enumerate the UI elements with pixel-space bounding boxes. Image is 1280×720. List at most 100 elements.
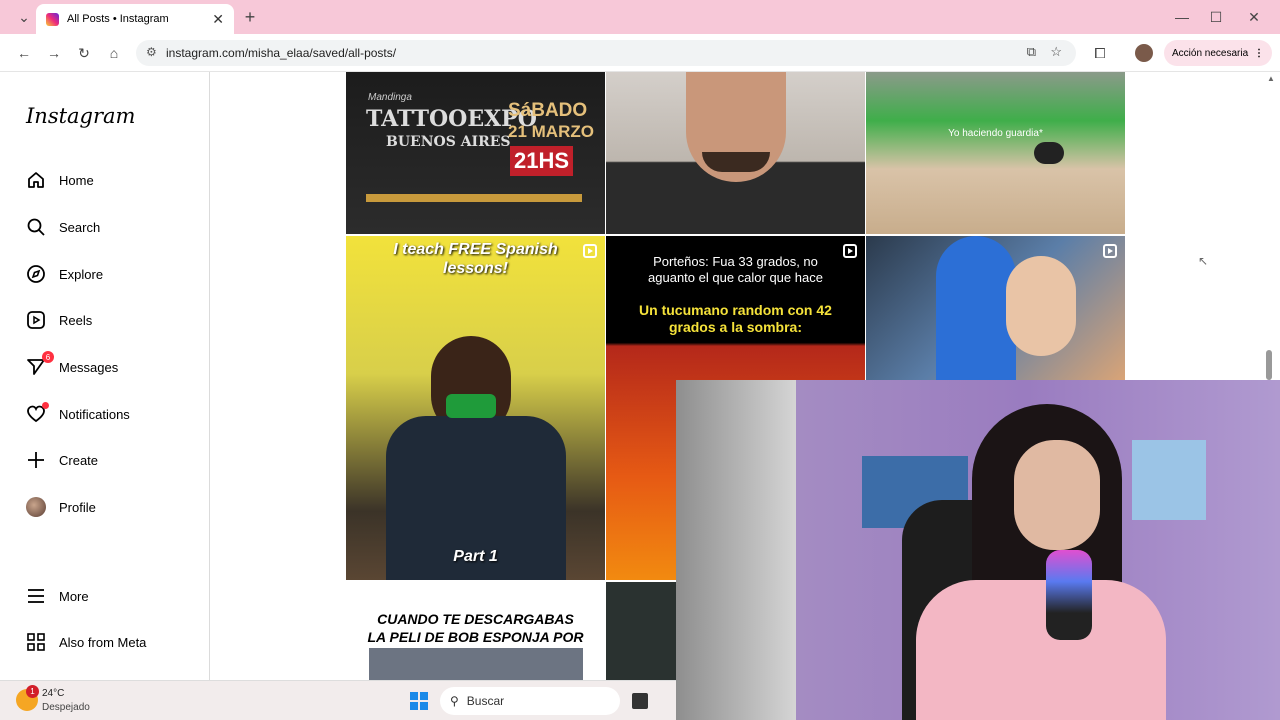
- site-settings-icon[interactable]: ⚙: [146, 45, 157, 59]
- post-caption: I teach FREE Spanish lessons!: [393, 241, 558, 277]
- window-close-icon[interactable]: ✕: [1244, 7, 1264, 27]
- post-caption: Porteños: Fua 33 grados, no aguanto el q…: [648, 254, 823, 285]
- messenger-icon: 6: [26, 351, 54, 377]
- tab-title: All Posts • Instagram: [67, 13, 169, 25]
- extensions-icon[interactable]: ⧠: [1090, 43, 1110, 63]
- webcam-shirt-shape: [916, 580, 1166, 720]
- profile-avatar-icon[interactable]: [1135, 44, 1153, 62]
- saved-post-spanish-lessons[interactable]: I teach FREE Spanish lessons! Part 1: [346, 236, 605, 580]
- forward-icon[interactable]: →: [44, 43, 64, 63]
- webcam-poster-right: [1132, 440, 1206, 520]
- post-subtitle: BUENOS AIRES: [386, 134, 511, 150]
- scroll-up-icon[interactable]: ▲: [1267, 74, 1275, 83]
- minimize-icon[interactable]: —: [1172, 7, 1192, 27]
- sidebar-item-label: Create: [59, 452, 99, 468]
- sidebar-item-messages[interactable]: 6 Messages: [26, 351, 119, 379]
- instagram-logo[interactable]: Instagram: [26, 104, 135, 128]
- reel-icon: [583, 244, 597, 258]
- back-icon[interactable]: ←: [14, 43, 34, 63]
- search-icon: [26, 217, 46, 237]
- taskbar-search-box[interactable]: ⚲ Buscar: [440, 687, 620, 715]
- saved-post-tattoo-expo[interactable]: Mandinga TATTOOEXPO BUENOS AIRES SáBADO …: [346, 72, 605, 234]
- new-tab-button[interactable]: +: [240, 7, 260, 27]
- reel-icon: [1103, 244, 1117, 258]
- browser-tab-bar: ⌄ All Posts • Instagram ✕ + — ☐ ✕: [0, 0, 1280, 34]
- weather-desc: Despejado: [42, 702, 90, 713]
- windows-start-icon[interactable]: [409, 691, 429, 711]
- sidebar-item-label: Home: [59, 172, 94, 188]
- post-hood-shape: [936, 236, 1016, 380]
- post-time: 21HS: [510, 146, 574, 176]
- sidebar-item-label: Also from Meta: [59, 634, 147, 650]
- home-icon: [26, 170, 46, 190]
- maximize-icon[interactable]: ☐: [1206, 7, 1226, 27]
- url-text: instagram.com/misha_elaa/saved/all-posts…: [166, 46, 397, 60]
- weather-badge: 1: [26, 685, 39, 698]
- tab-list-chevron-icon[interactable]: ⌄: [14, 7, 34, 27]
- page-scrollbar[interactable]: ▲: [1264, 72, 1280, 380]
- sidebar-item-home[interactable]: Home: [26, 168, 94, 192]
- mouse-cursor-icon: ↖: [1198, 254, 1209, 268]
- sidebar-item-label: Messages: [59, 359, 119, 375]
- sidebar-item-label: Profile: [59, 499, 96, 515]
- sidebar-item-explore[interactable]: Explore: [26, 262, 103, 286]
- weather-temp[interactable]: 24°C: [42, 688, 64, 699]
- messages-badge: 6: [42, 351, 54, 363]
- browser-tab[interactable]: All Posts • Instagram ✕: [36, 4, 234, 34]
- sidebar-item-reels[interactable]: Reels: [26, 308, 92, 332]
- hamburger-icon: [26, 586, 46, 606]
- sidebar-item-label: Notifications: [59, 406, 130, 422]
- post-caption: Yo haciendo guardia*: [948, 128, 1043, 139]
- tab-close-icon[interactable]: ✕: [212, 11, 224, 28]
- post-footer-caption: Part 1: [453, 548, 498, 565]
- install-app-icon[interactable]: ⧉: [1027, 44, 1036, 60]
- weather-sun-icon[interactable]: 1: [16, 685, 39, 711]
- saved-post-dark[interactable]: [606, 582, 676, 680]
- sidebar-item-label: Explore: [59, 266, 104, 282]
- reload-icon[interactable]: ↻: [74, 43, 94, 63]
- action-needed-label: Acción necesaria: [1172, 47, 1249, 59]
- address-bar[interactable]: ⚙ instagram.com/misha_elaa/saved/all-pos…: [136, 40, 1076, 66]
- post-image-shape: [369, 648, 583, 680]
- sidebar-item-profile[interactable]: Profile: [26, 495, 96, 519]
- post-brand: Mandinga: [368, 92, 412, 103]
- home-browser-icon[interactable]: ⌂: [104, 43, 124, 63]
- sidebar-item-search[interactable]: Search: [26, 215, 100, 239]
- sidebar-item-create[interactable]: Create: [26, 448, 98, 472]
- browser-toolbar: ← → ↻ ⌂ ⚙ instagram.com/misha_elaa/saved…: [0, 34, 1280, 72]
- instagram-sidebar: Instagram Home Search Explore Reels 6 Me…: [0, 72, 210, 680]
- post-banner: [366, 194, 582, 202]
- post-day: SáBADO: [508, 100, 588, 121]
- reels-icon: [26, 310, 46, 330]
- sidebar-more[interactable]: More: [26, 584, 89, 608]
- saved-post-yawning-girl[interactable]: [866, 236, 1125, 380]
- compass-icon: [26, 264, 46, 284]
- plus-icon: [26, 450, 46, 470]
- post-face-shape: [1006, 256, 1076, 356]
- action-needed-button[interactable]: Acción necesaria ⋮: [1164, 40, 1272, 66]
- meta-grid-icon: [26, 632, 46, 652]
- sidebar-item-label: Reels: [59, 312, 93, 328]
- saved-post-guardia[interactable]: Yo haciendo guardia*: [866, 72, 1125, 234]
- scrollbar-thumb[interactable]: [1266, 350, 1272, 380]
- sidebar-item-notifications[interactable]: Notifications: [26, 402, 130, 426]
- sidebar-item-label: Search: [59, 219, 101, 235]
- post-date: 21 MARZO: [508, 122, 594, 141]
- webcam-face-shape: [1014, 440, 1100, 550]
- instagram-favicon-icon: [46, 12, 59, 26]
- post-bowtie-shape: [446, 394, 496, 418]
- reel-icon: [843, 244, 857, 258]
- post-caption-2: Un tucumano random con 42 grados a la so…: [639, 302, 832, 335]
- saved-post-bob-esponja[interactable]: CUANDO TE DESCARGABAS LA PELI DE BOB ESP…: [346, 582, 605, 680]
- avatar-icon: [26, 497, 46, 517]
- browser-menu-icon[interactable]: ⋮: [1254, 48, 1264, 59]
- heart-icon: [26, 402, 49, 424]
- task-view-icon[interactable]: [632, 693, 648, 709]
- taskbar-search-label: Buscar: [466, 694, 505, 708]
- post-figure-shape: [1034, 142, 1064, 164]
- notification-dot: [42, 402, 49, 409]
- bookmark-star-icon[interactable]: ☆: [1050, 44, 1062, 60]
- saved-post-smiling-man[interactable]: [606, 72, 865, 234]
- sidebar-also-from-meta[interactable]: Also from Meta: [26, 630, 146, 654]
- webcam-door-shape: [676, 380, 796, 720]
